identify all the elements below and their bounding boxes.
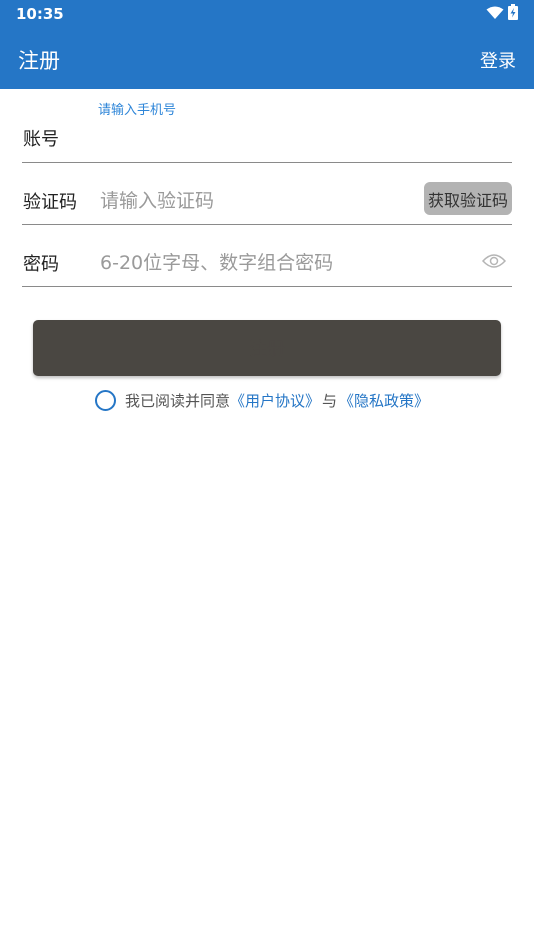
account-input[interactable] [98,121,512,155]
user-agreement-link[interactable]: 《用户协议》 [230,390,320,411]
page-title: 注册 [18,49,60,73]
account-row: 请输入手机号 账号 [22,89,512,163]
wifi-icon [486,5,504,24]
agreement: 我已阅读并同意 《用户协议》 与 《隐私政策》 [95,387,429,413]
get-code-button[interactable]: 获取验证码 [424,182,512,215]
status-time: 10:35 [16,5,64,23]
agreement-prefix: 我已阅读并同意 [125,391,231,410]
agreement-radio[interactable] [95,389,116,411]
status-icons [486,4,518,24]
agreement-separator: 与 [322,391,338,410]
password-row: 密码 [22,224,512,287]
register-button[interactable]: 注册 [33,320,501,376]
account-label: 账号 [23,129,59,150]
account-hint: 请输入手机号 [98,103,177,118]
battery-charging-icon [508,4,518,24]
code-label: 验证码 [23,192,77,213]
app-bar: 10:35 注册 登录 [0,0,534,89]
status-bar: 10:35 [0,0,534,28]
code-input[interactable] [98,184,402,218]
code-row: 验证码 获取验证码 [22,162,512,225]
password-input[interactable] [98,246,462,280]
login-button[interactable]: 登录 [480,47,516,73]
password-label: 密码 [23,254,59,275]
privacy-policy-link[interactable]: 《隐私政策》 [339,390,429,411]
eye-icon[interactable] [481,253,507,269]
